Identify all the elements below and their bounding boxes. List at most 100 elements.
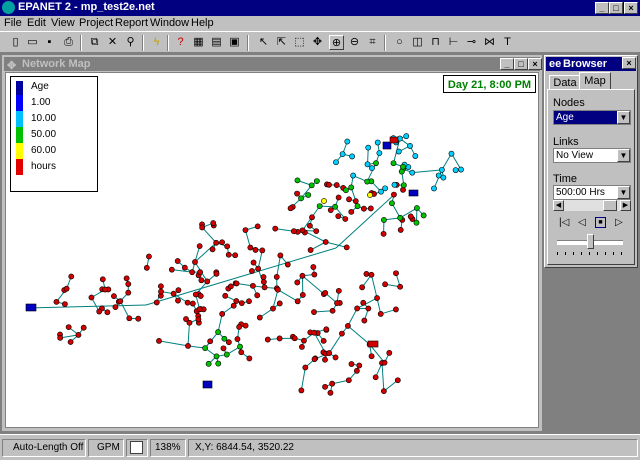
- junction-node[interactable]: [204, 278, 211, 285]
- junction-node[interactable]: [215, 360, 222, 367]
- junction-node[interactable]: [360, 299, 367, 306]
- chevron-down-icon[interactable]: ▼: [617, 186, 630, 199]
- junction-node[interactable]: [170, 290, 177, 297]
- junction-node[interactable]: [381, 217, 387, 223]
- junction-node[interactable]: [382, 281, 388, 288]
- junction-node[interactable]: [354, 305, 361, 312]
- junction-node[interactable]: [57, 334, 64, 341]
- tab-map[interactable]: Map: [579, 72, 611, 90]
- junction-node[interactable]: [259, 247, 266, 254]
- junction-node[interactable]: [197, 293, 204, 299]
- junction-node[interactable]: [196, 243, 203, 250]
- junction-node[interactable]: [431, 185, 437, 192]
- stop-icon[interactable]: ■: [595, 217, 606, 228]
- junction-node[interactable]: [197, 269, 203, 276]
- junction-node[interactable]: [310, 264, 317, 270]
- junction-node[interactable]: [327, 389, 334, 396]
- junction-node[interactable]: [299, 227, 306, 234]
- menu-edit[interactable]: Edit: [27, 17, 46, 29]
- junction-node[interactable]: [400, 182, 407, 189]
- junction-node[interactable]: [276, 335, 283, 342]
- minimize-button[interactable]: _: [595, 2, 609, 14]
- junction-node[interactable]: [412, 153, 419, 159]
- menu-help[interactable]: Help: [191, 17, 214, 29]
- junction-node[interactable]: [249, 282, 256, 289]
- junction-node[interactable]: [307, 247, 314, 253]
- pipe-link[interactable]: [381, 362, 385, 392]
- junction-node[interactable]: [302, 364, 309, 371]
- junction-node[interactable]: [252, 247, 259, 253]
- junction-node[interactable]: [332, 203, 339, 210]
- junction-node[interactable]: [112, 304, 119, 311]
- junction-node[interactable]: [374, 139, 381, 146]
- junction-node[interactable]: [181, 264, 188, 271]
- junction-node[interactable]: [102, 286, 109, 293]
- junction-node[interactable]: [373, 160, 379, 167]
- junction-node[interactable]: [96, 308, 103, 315]
- junction-node[interactable]: [291, 335, 298, 342]
- close-button[interactable]: ×: [624, 2, 638, 14]
- junction-node[interactable]: [377, 311, 384, 317]
- junction-node[interactable]: [237, 343, 243, 350]
- junction-node[interactable]: [234, 336, 241, 342]
- copy-icon[interactable]: ⧉: [87, 35, 102, 50]
- junction-node[interactable]: [335, 287, 342, 294]
- junction-node[interactable]: [246, 355, 253, 362]
- junction-node[interactable]: [386, 349, 393, 356]
- reservoir-node[interactable]: [202, 380, 213, 389]
- junction-node[interactable]: [227, 283, 234, 290]
- junction-node[interactable]: [68, 273, 75, 280]
- junction-node[interactable]: [393, 306, 399, 313]
- junction-node[interactable]: [322, 356, 328, 363]
- print-icon[interactable]: ⎙: [61, 35, 76, 50]
- junction-node[interactable]: [327, 207, 334, 214]
- junction-node[interactable]: [158, 283, 164, 290]
- junction-node[interactable]: [195, 316, 202, 323]
- junction-node[interactable]: [198, 277, 205, 284]
- junction-node[interactable]: [185, 342, 191, 349]
- junction-node[interactable]: [313, 228, 320, 234]
- junction-node[interactable]: [352, 198, 359, 205]
- junction-node[interactable]: [272, 225, 279, 232]
- junction-node[interactable]: [276, 300, 283, 307]
- junction-node[interactable]: [209, 246, 216, 253]
- junction-node[interactable]: [299, 343, 305, 350]
- junction-node[interactable]: [254, 292, 261, 299]
- junction-node[interactable]: [458, 166, 464, 173]
- junction-node[interactable]: [260, 278, 267, 285]
- junction-node[interactable]: [125, 289, 132, 296]
- junction-node[interactable]: [311, 329, 318, 336]
- junction-node[interactable]: [305, 192, 312, 198]
- junction-node[interactable]: [80, 324, 87, 331]
- save-icon[interactable]: ▪: [42, 35, 57, 50]
- junction-node[interactable]: [390, 160, 397, 167]
- junction-node[interactable]: [264, 336, 271, 343]
- junction-node[interactable]: [394, 377, 401, 384]
- junction-node[interactable]: [213, 270, 220, 277]
- junction-node[interactable]: [294, 279, 301, 286]
- junction-node[interactable]: [400, 163, 406, 170]
- junction-node[interactable]: [346, 196, 352, 203]
- junction-node[interactable]: [224, 243, 231, 250]
- junction-node[interactable]: [322, 239, 329, 245]
- pipe-link[interactable]: [158, 340, 189, 347]
- junction-node[interactable]: [65, 324, 72, 330]
- junction-node[interactable]: [242, 227, 249, 233]
- junction-node[interactable]: [261, 284, 268, 291]
- browser-close-button[interactable]: ×: [622, 57, 636, 69]
- junction-node[interactable]: [196, 306, 203, 313]
- links-select[interactable]: No View ▼: [553, 148, 631, 163]
- junction-node[interactable]: [238, 300, 245, 307]
- region-icon[interactable]: ⬚: [292, 35, 307, 50]
- junction-node[interactable]: [250, 259, 257, 266]
- junction-node[interactable]: [333, 159, 339, 166]
- junction-node[interactable]: [53, 298, 60, 305]
- junction-node[interactable]: [380, 230, 387, 237]
- junction-node[interactable]: [345, 322, 351, 329]
- junction-node[interactable]: [372, 374, 379, 381]
- open-icon[interactable]: ▭: [25, 35, 40, 50]
- junction-node[interactable]: [277, 252, 284, 259]
- junction-node[interactable]: [354, 203, 361, 210]
- junction-node[interactable]: [219, 311, 226, 317]
- junction-node[interactable]: [368, 353, 375, 360]
